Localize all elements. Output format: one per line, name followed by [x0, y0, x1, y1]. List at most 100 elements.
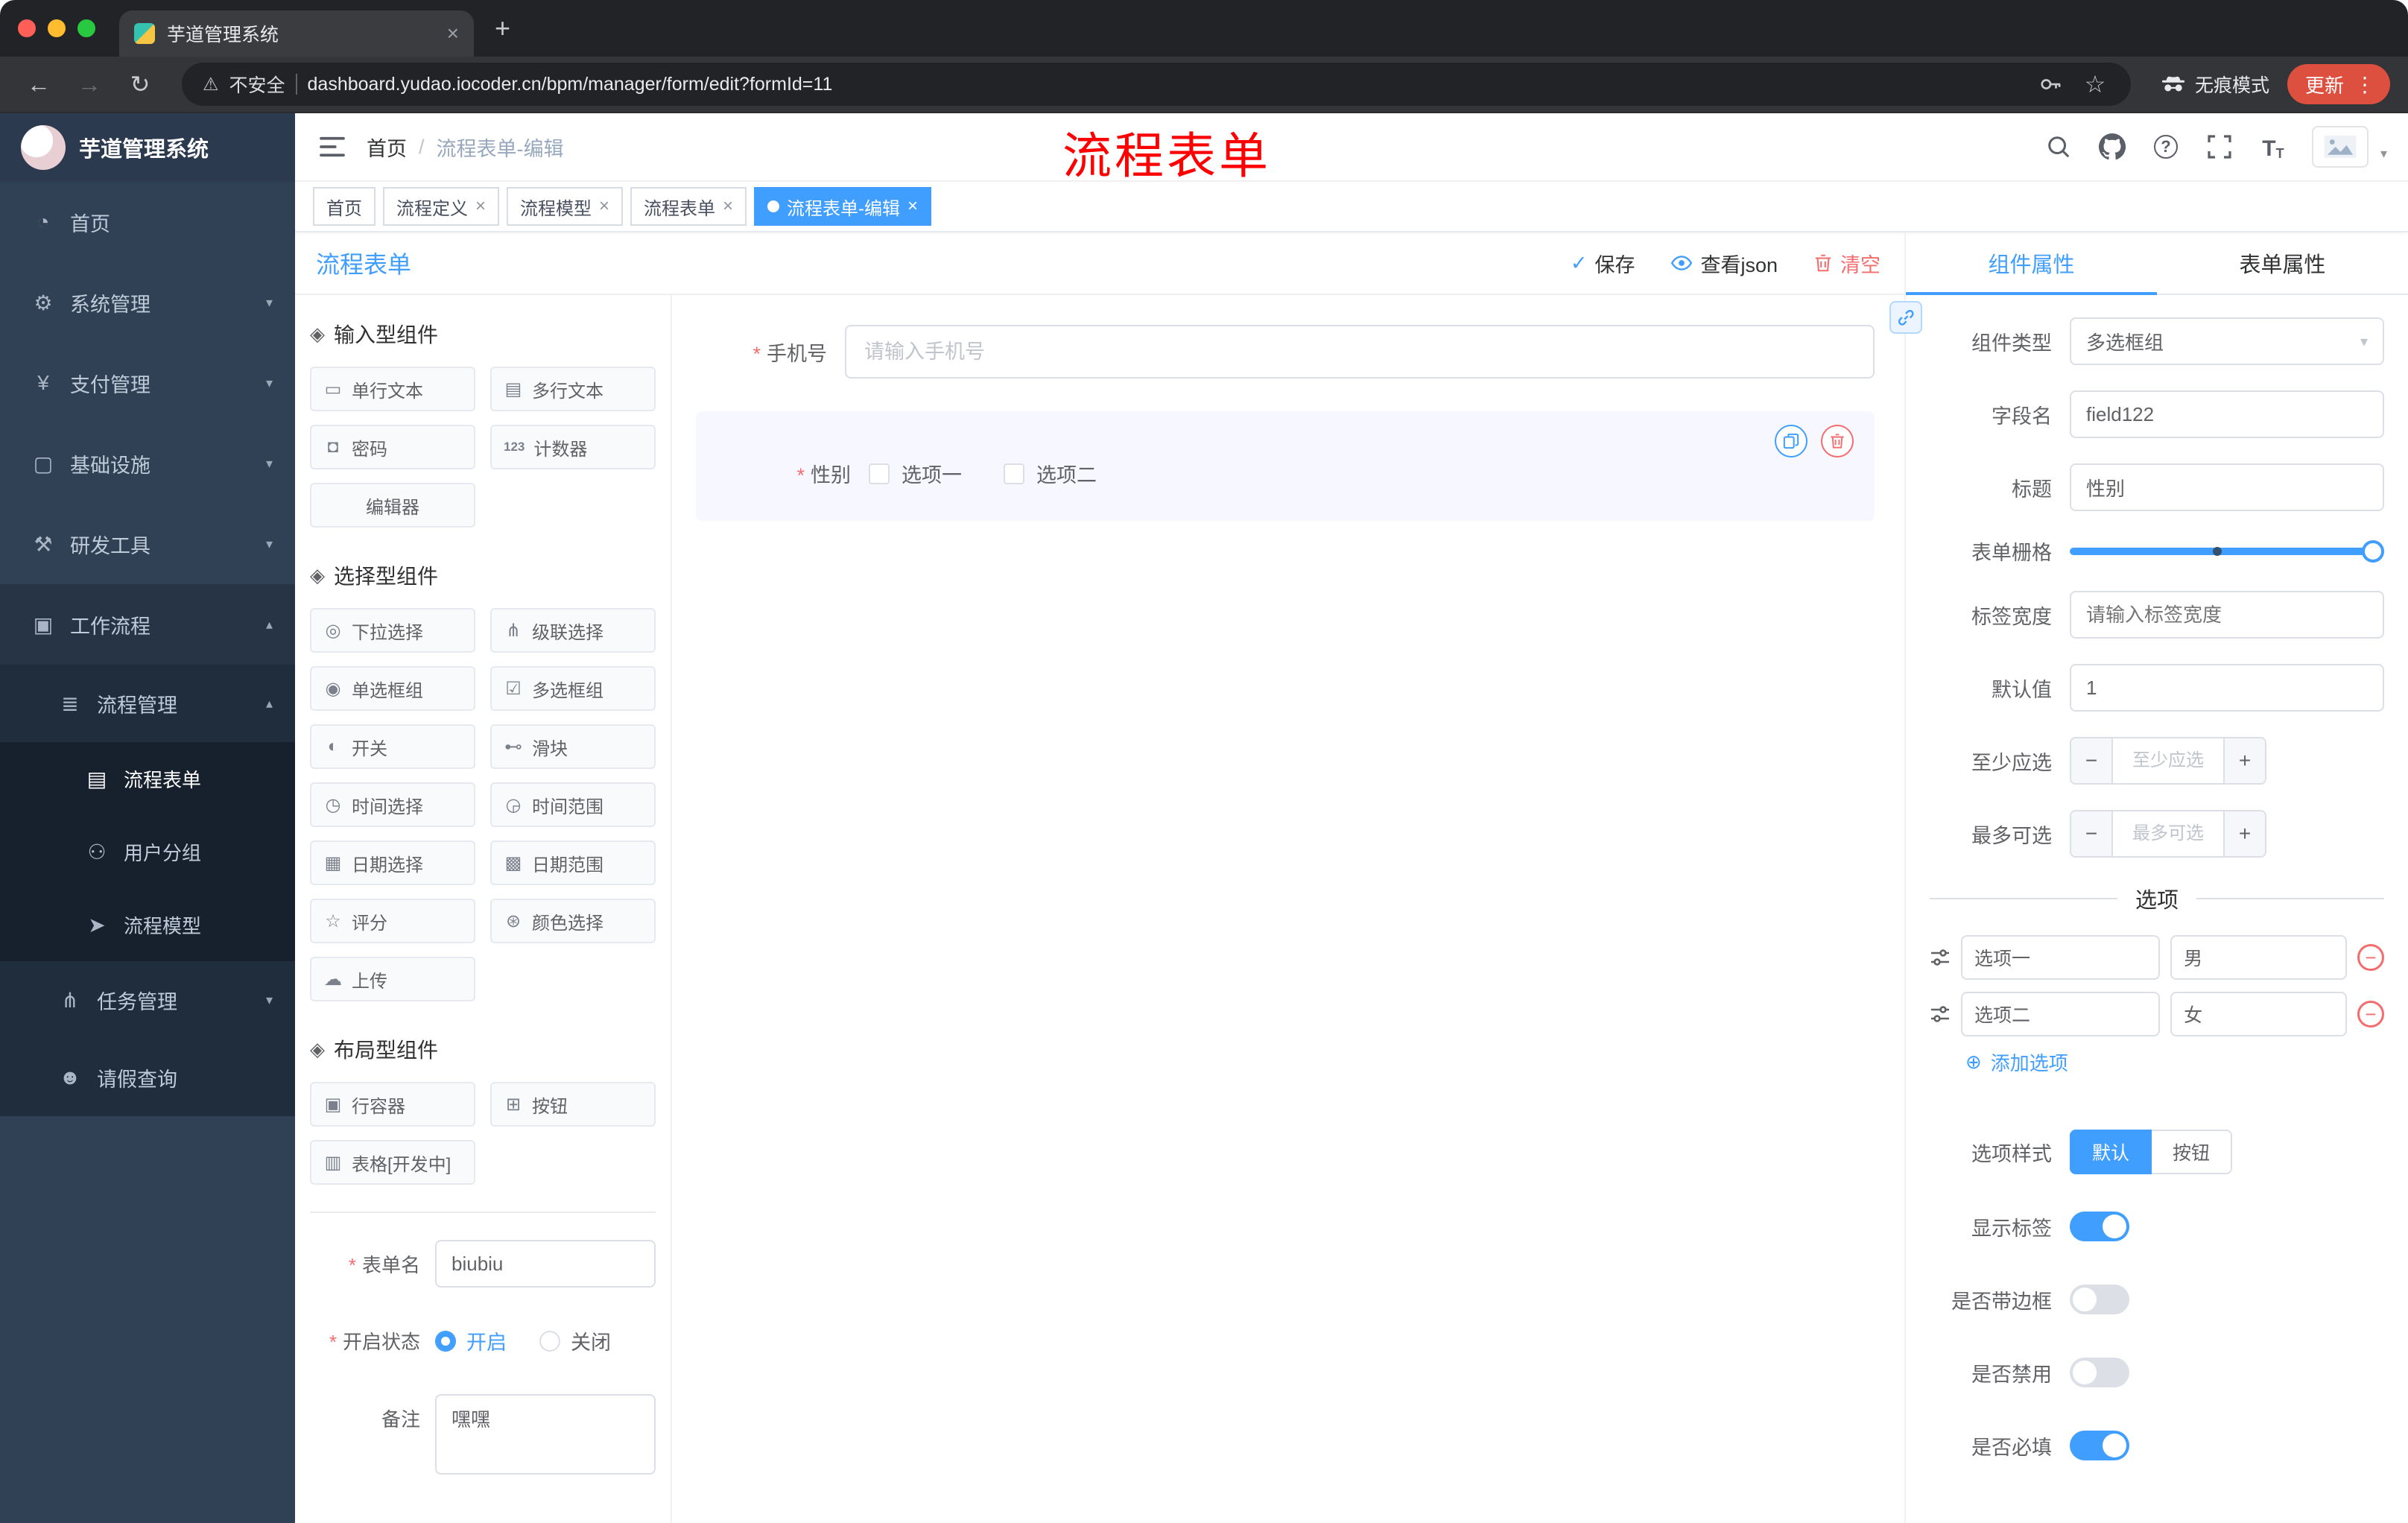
- comp-item-select[interactable]: ◎ 下拉选择: [310, 608, 475, 653]
- sidebar-item-payment[interactable]: ¥ 支付管理 ▾: [0, 343, 295, 423]
- decrease-button[interactable]: −: [2071, 811, 2113, 856]
- comp-item-switch[interactable]: ◐ 开关: [310, 724, 475, 769]
- fullscreen-icon[interactable]: [2205, 132, 2234, 162]
- breadcrumb-home[interactable]: 首页: [367, 133, 407, 162]
- increase-button[interactable]: +: [2223, 811, 2265, 856]
- comp-item-multi-line-text[interactable]: ▤ 多行文本: [490, 367, 656, 411]
- border-toggle[interactable]: [2070, 1285, 2129, 1314]
- copy-component-button[interactable]: [1775, 425, 1807, 457]
- search-icon[interactable]: [2044, 132, 2073, 162]
- sidebar-toggle-icon[interactable]: [295, 136, 367, 158]
- sidebar-item-infrastructure[interactable]: ▢ 基础设施 ▾: [0, 423, 295, 504]
- status-on-radio[interactable]: 开启: [435, 1326, 507, 1355]
- sidebar-item-process-model[interactable]: ➤ 流程模型: [0, 888, 295, 961]
- gender-option1-checkbox[interactable]: 选项一: [869, 459, 962, 488]
- close-window-button[interactable]: [18, 19, 36, 37]
- option-value-input[interactable]: [2170, 992, 2347, 1036]
- option-label-input[interactable]: [1961, 992, 2161, 1036]
- gender-option2-checkbox[interactable]: 选项二: [1004, 459, 1097, 488]
- github-icon[interactable]: [2097, 132, 2127, 162]
- browser-tab[interactable]: 芋道管理系统 ×: [119, 10, 474, 57]
- required-toggle[interactable]: [2070, 1431, 2129, 1460]
- remove-option-button[interactable]: −: [2357, 944, 2384, 971]
- comp-item-time-picker[interactable]: ◷ 时间选择: [310, 782, 475, 827]
- form-remark-textarea[interactable]: 嘿嘿: [435, 1394, 656, 1475]
- reload-button[interactable]: ↻: [119, 63, 161, 105]
- drag-handle-icon[interactable]: [1930, 1004, 1951, 1025]
- help-icon[interactable]: ?: [2151, 132, 2181, 162]
- address-bar[interactable]: ⚠ 不安全 dashboard.yudao.iocoder.cn/bpm/man…: [182, 63, 2131, 106]
- forward-button[interactable]: →: [69, 63, 110, 105]
- sidebar-item-process-form[interactable]: ▤ 流程表单: [0, 742, 295, 815]
- update-button[interactable]: 更新 ⋮: [2287, 64, 2390, 104]
- comp-item-date-picker[interactable]: ▦ 日期选择: [310, 840, 475, 885]
- bookmark-star-icon[interactable]: ☆: [2080, 69, 2110, 99]
- comp-item-single-line-text[interactable]: ▭ 单行文本: [310, 367, 475, 411]
- default-value-input[interactable]: [2070, 664, 2384, 712]
- comp-item-cascader[interactable]: ⋔ 级联选择: [490, 608, 656, 653]
- sidebar-item-user-group[interactable]: ⚇ 用户分组: [0, 815, 295, 888]
- form-name-input[interactable]: [435, 1240, 656, 1288]
- app-logo[interactable]: 芋道管理系统: [0, 113, 295, 182]
- slider-thumb[interactable]: [2362, 539, 2384, 563]
- form-canvas[interactable]: 手机号: [672, 295, 1904, 1523]
- clear-button[interactable]: 清空: [1813, 249, 1881, 278]
- minimize-window-button[interactable]: [48, 19, 66, 37]
- tag-process-form[interactable]: 流程表单 ×: [630, 187, 747, 226]
- show-label-toggle[interactable]: [2070, 1212, 2129, 1241]
- avatar[interactable]: [2311, 126, 2369, 168]
- delete-component-button[interactable]: [1821, 425, 1854, 457]
- comp-item-checkbox-group[interactable]: ☑ 多选框组: [490, 666, 656, 711]
- sidebar-item-workflow[interactable]: ▣ 工作流程 ▴: [0, 584, 295, 665]
- disabled-toggle[interactable]: [2070, 1358, 2129, 1387]
- comp-item-time-range[interactable]: ◶ 时间范围: [490, 782, 656, 827]
- tag-close-icon[interactable]: ×: [723, 196, 733, 217]
- view-json-button[interactable]: 查看json: [1670, 249, 1778, 278]
- tag-close-icon[interactable]: ×: [475, 196, 486, 217]
- comp-item-radio-group[interactable]: ◉ 单选框组: [310, 666, 475, 711]
- canvas-gender-field-selected[interactable]: 性别 选项一 选项二: [696, 411, 1875, 521]
- sidebar-item-task-management[interactable]: ⋔ 任务管理 ▾: [0, 961, 295, 1039]
- sidebar-item-process-management[interactable]: ≣ 流程管理 ▴: [0, 665, 295, 742]
- tag-process-model[interactable]: 流程模型 ×: [507, 187, 624, 226]
- new-tab-button[interactable]: +: [495, 13, 510, 44]
- component-type-select[interactable]: 多选框组 ▾: [2070, 317, 2384, 365]
- comp-item-upload[interactable]: ☁ 上传: [310, 957, 475, 1001]
- max-select-input[interactable]: [2113, 811, 2223, 856]
- checkbox-box[interactable]: [1004, 463, 1024, 484]
- comp-item-editor[interactable]: 编辑器: [310, 483, 475, 528]
- sidebar-item-leave-query[interactable]: ☻ 请假查询: [0, 1039, 295, 1116]
- increase-button[interactable]: +: [2223, 738, 2265, 783]
- sidebar-item-home[interactable]: ◔ 首页: [0, 182, 295, 262]
- status-off-radio[interactable]: 关闭: [539, 1326, 611, 1355]
- tag-close-icon[interactable]: ×: [599, 196, 609, 217]
- option-style-default-button[interactable]: 默认: [2070, 1130, 2152, 1174]
- tag-home[interactable]: 首页: [313, 187, 376, 226]
- tab-form-props[interactable]: 表单属性: [2157, 232, 2408, 294]
- phone-input[interactable]: [845, 325, 1875, 379]
- tag-process-form-edit[interactable]: 流程表单-编辑 ×: [754, 187, 932, 226]
- remove-option-button[interactable]: −: [2357, 1001, 2384, 1028]
- label-width-input[interactable]: [2070, 591, 2384, 639]
- field-name-input[interactable]: [2070, 390, 2384, 438]
- link-icon[interactable]: [1889, 301, 1922, 334]
- comp-item-rate[interactable]: ☆ 评分: [310, 899, 475, 943]
- option-label-input[interactable]: [1961, 935, 2161, 980]
- comp-item-button[interactable]: ⊞ 按钮: [490, 1082, 656, 1127]
- canvas-phone-field[interactable]: 手机号: [696, 325, 1875, 379]
- form-grid-slider[interactable]: [2070, 539, 2384, 563]
- font-size-icon[interactable]: TT: [2258, 132, 2288, 162]
- comp-item-password[interactable]: ◘ 密码: [310, 425, 475, 469]
- comp-item-counter[interactable]: 123 计数器: [490, 425, 656, 469]
- avatar-caret-icon[interactable]: ▾: [2380, 146, 2387, 168]
- tab-component-props[interactable]: 组件属性: [1906, 232, 2157, 295]
- comp-item-slider[interactable]: ⊷ 滑块: [490, 724, 656, 769]
- save-button[interactable]: ✓ 保存: [1571, 249, 1635, 278]
- tag-process-definition[interactable]: 流程定义 ×: [383, 187, 500, 226]
- decrease-button[interactable]: −: [2071, 738, 2113, 783]
- add-option-button[interactable]: ⊕ 添加选项: [1965, 1048, 2384, 1076]
- min-select-input[interactable]: [2113, 738, 2223, 783]
- password-key-icon[interactable]: [2035, 69, 2065, 99]
- sidebar-item-system[interactable]: ⚙ 系统管理 ▾: [0, 262, 295, 343]
- title-input[interactable]: [2070, 463, 2384, 511]
